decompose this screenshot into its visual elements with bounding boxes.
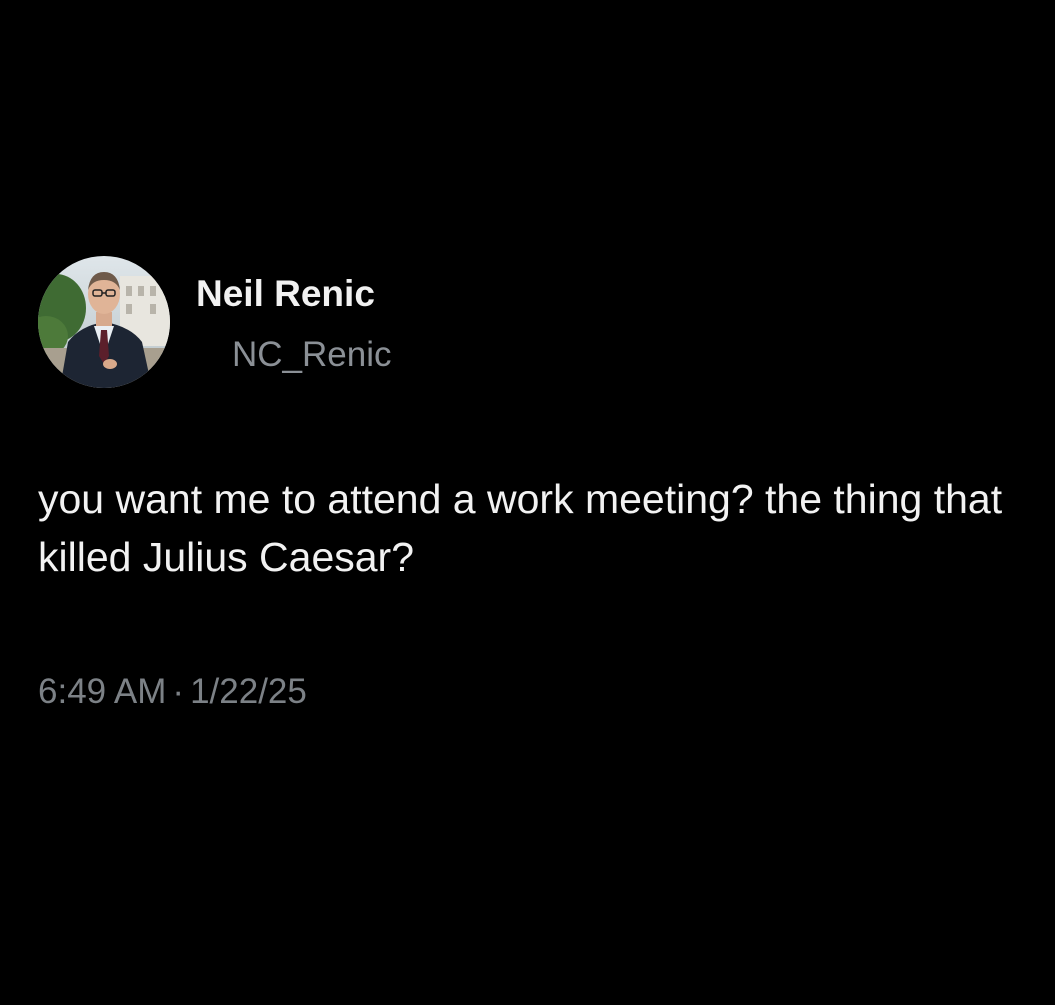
tweet-text: you want me to attend a work meeting? th…: [38, 476, 1003, 580]
tweet-date: 1/22/25: [190, 672, 307, 711]
meta-separator: ·: [172, 672, 185, 711]
tweet-timestamp[interactable]: 6:49 AM · 1/22/25: [38, 670, 307, 714]
author-display-name[interactable]: Neil Renic: [196, 272, 375, 316]
author-handle[interactable]: NC_Renic: [232, 334, 392, 376]
profile-photo-icon: [38, 256, 170, 388]
tweet-card: Neil Renic NC_Renic you want me to atten…: [0, 0, 1055, 1005]
author-avatar[interactable]: [38, 256, 170, 388]
tweet-time: 6:49 AM: [38, 672, 167, 711]
